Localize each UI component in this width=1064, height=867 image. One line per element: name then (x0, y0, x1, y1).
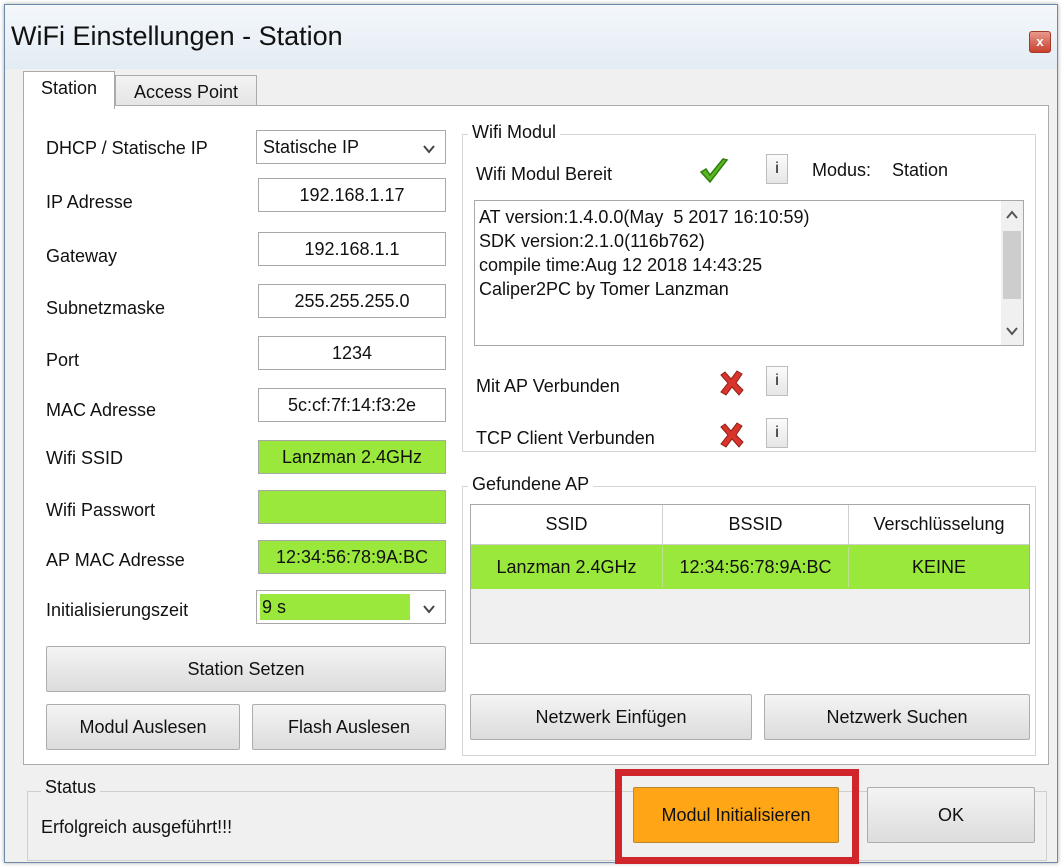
init-time-value: 9 s (260, 594, 410, 620)
tcp-connected-label: TCP Client Verbunden (476, 428, 655, 448)
init-time-select[interactable]: 9 s (256, 590, 446, 624)
subnet-label: Subnetzmaske (46, 298, 166, 318)
table-row[interactable]: Lanzman 2.4GHz 12:34:56:78:9A:BC KEINE (471, 545, 1029, 589)
subnet-field[interactable]: 255.255.255.0 (258, 284, 446, 318)
close-icon: x (1036, 34, 1044, 49)
tcp-connected-info-button[interactable]: i (766, 418, 788, 448)
chevron-down-icon (423, 145, 435, 154)
mac-field[interactable]: 5c:cf:7f:14:f3:2e (258, 388, 446, 422)
ap-mac-field[interactable]: 12:34:56:78:9A:BC (258, 540, 446, 574)
init-time-label: Initialisierungszeit (46, 600, 189, 620)
table-header: SSID BSSID Verschlüsselung (471, 505, 1029, 545)
close-button[interactable]: x (1029, 31, 1051, 53)
flash-auslesen-button[interactable]: Flash Auslesen (252, 704, 446, 750)
title-bar: WiFi Einstellungen - Station x (5, 5, 1057, 69)
ip-label: IP Adresse (46, 192, 133, 212)
modul-auslesen-button[interactable]: Modul Auslesen (46, 704, 240, 750)
modul-initialisieren-button[interactable]: Modul Initialisieren (633, 787, 839, 843)
netzwerk-suchen-button[interactable]: Netzwerk Suchen (764, 694, 1030, 740)
port-label: Port (46, 350, 80, 370)
dhcp-select-value: Statische IP (263, 137, 360, 157)
status-message: Erfolgreich ausgeführt!!! (41, 817, 233, 837)
modus-value: Station (892, 160, 949, 180)
wifi-settings-window: WiFi Einstellungen - Station x Station A… (4, 4, 1058, 864)
wifi-modul-info-button[interactable]: i (766, 154, 788, 184)
module-info-line: Caliper2PC by Tomer Lanzman (479, 279, 729, 299)
column-header-ssid[interactable]: SSID (471, 505, 663, 545)
ssid-field[interactable]: Lanzman 2.4GHz (258, 440, 446, 474)
chevron-down-icon[interactable] (1005, 325, 1019, 337)
gateway-field[interactable]: 192.168.1.1 (258, 232, 446, 266)
window-title: WiFi Einstellungen - Station (11, 21, 343, 51)
column-header-bssid[interactable]: BSSID (663, 505, 849, 545)
ok-button[interactable]: OK (867, 787, 1035, 843)
table-cell-ssid: Lanzman 2.4GHz (471, 547, 663, 587)
tab-station[interactable]: Station (23, 71, 115, 109)
table-cell-encryption: KEINE (911, 557, 967, 577)
dhcp-label: DHCP / Statische IP (46, 138, 208, 158)
modus-label: Modus: (812, 160, 872, 180)
scrollbar-thumb[interactable] (1003, 231, 1021, 299)
chevron-up-icon[interactable] (1005, 209, 1019, 221)
gateway-label: Gateway (46, 246, 118, 266)
found-ap-table: SSID BSSID Verschlüsselung Lanzman 2.4GH… (470, 504, 1030, 644)
netzwerk-einfuegen-button[interactable]: Netzwerk Einfügen (470, 694, 752, 740)
ap-connected-label: Mit AP Verbunden (476, 376, 620, 396)
red-x-icon (720, 422, 744, 448)
station-setzen-button[interactable]: Station Setzen (46, 646, 446, 692)
column-header-encryption[interactable]: Verschlüsselung (849, 505, 1029, 545)
mac-label: MAC Adresse (46, 400, 157, 420)
module-info-line: compile time:Aug 12 2018 14:43:25 (479, 255, 763, 275)
password-label: Wifi Passwort (46, 500, 156, 520)
wifi-modul-group-title: Wifi Modul (468, 122, 561, 143)
password-field[interactable] (258, 490, 446, 524)
ip-field[interactable]: 192.168.1.17 (258, 178, 446, 212)
station-tab-panel: DHCP / Statische IP Statische IP IP Adre… (23, 105, 1049, 765)
module-info-line: SDK version:2.1.0(116b762) (479, 231, 705, 251)
ap-mac-label: AP MAC Adresse (46, 550, 185, 570)
tab-access-point[interactable]: Access Point (115, 75, 257, 109)
module-info-textbox[interactable]: AT version:1.4.0.0(May 5 2017 16:10:59) … (474, 200, 1024, 346)
chevron-down-icon (423, 605, 435, 614)
ssid-label: Wifi SSID (46, 448, 124, 468)
found-ap-group-title: Gefundene AP (468, 474, 594, 495)
module-info-line: AT version:1.4.0.0(May 5 2017 16:10:59) (479, 207, 810, 227)
status-group-title: Status (41, 777, 101, 798)
green-check-icon (699, 158, 729, 184)
dhcp-select[interactable]: Statische IP (256, 130, 446, 164)
wifi-modul-ready-label: Wifi Modul Bereit (476, 164, 613, 184)
table-cell-bssid: 12:34:56:78:9A:BC (663, 547, 849, 587)
port-field[interactable]: 1234 (258, 336, 446, 370)
ap-connected-info-button[interactable]: i (766, 366, 788, 396)
red-x-icon (720, 370, 744, 396)
module-info-scrollbar[interactable] (1001, 201, 1023, 345)
